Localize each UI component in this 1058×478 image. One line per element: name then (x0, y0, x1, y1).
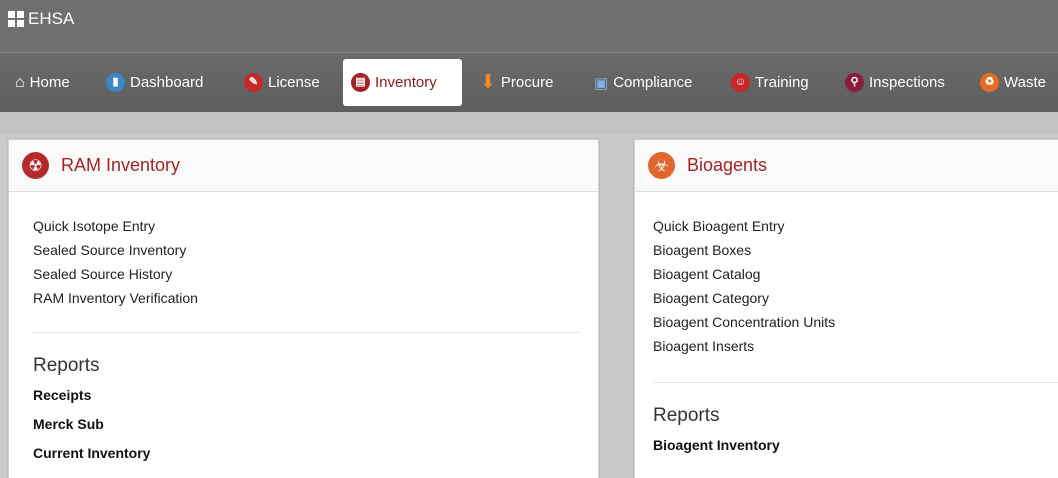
nav-item-inspections[interactable]: ⚲ Inspections (845, 59, 945, 106)
ram-panel-title: RAM Inventory (61, 155, 181, 175)
link-sealed-source-history[interactable]: Sealed Source History (33, 262, 598, 286)
link-ram-inventory-verification[interactable]: RAM Inventory Verification (33, 286, 598, 310)
nav-item-waste[interactable]: ♻ Waste (980, 59, 1046, 106)
nav-item-label: License (268, 74, 320, 91)
ram-reports-heading: Reports (33, 355, 100, 376)
app-title: EHSA (28, 9, 75, 28)
search-icon: ⚲ (845, 73, 864, 92)
app-brand[interactable]: EHSA (8, 9, 74, 29)
nav-item-training[interactable]: ☺ Training (731, 59, 809, 106)
report-merck-sub[interactable]: Merck Sub (33, 410, 598, 439)
link-quick-bioagent-entry[interactable]: Quick Bioagent Entry (653, 214, 1058, 238)
nav-item-label: Waste (1004, 74, 1046, 91)
nav-item-label: Compliance (613, 74, 693, 91)
bio-panel-title: Bioagents (687, 155, 768, 175)
divider (33, 332, 580, 333)
inventory-icon: ▤ (351, 73, 370, 92)
radiation-icon: ☢ (22, 152, 49, 179)
link-bioagent-boxes[interactable]: Bioagent Boxes (653, 238, 1058, 262)
report-current-inventory[interactable]: Current Inventory (33, 439, 598, 468)
dashboard-icon: ▮ (106, 73, 125, 92)
nav-item-license[interactable]: ✎ License (244, 59, 320, 106)
bio-report-links: Bioagent Inventory (635, 431, 1058, 460)
link-bioagent-concentration-units[interactable]: Bioagent Concentration Units (653, 310, 1058, 334)
nav-item-home[interactable]: ⌂ Home (15, 59, 70, 106)
link-sealed-source-inventory[interactable]: Sealed Source Inventory (33, 238, 598, 262)
report-receipts[interactable]: Receipts (33, 381, 598, 410)
nav-item-procure[interactable]: ⬇ Procure (480, 59, 553, 106)
nav-item-label: Procure (500, 74, 554, 91)
bioagents-panel: ☣ Bioagents Quick Bioagent Entry Bioagen… (634, 139, 1058, 478)
page: EHSA ⌂ Home ▮ Dashboard ✎ License ▤ Inve… (0, 0, 1058, 478)
nav-item-inventory[interactable]: ▤ Inventory (343, 59, 462, 106)
arrow-down-icon: ⬇ (480, 72, 496, 93)
trash-icon: ♻ (980, 73, 999, 92)
nav-item-label: Inspections (869, 74, 945, 91)
link-bioagent-catalog[interactable]: Bioagent Catalog (653, 262, 1058, 286)
nav-item-label: Training (755, 74, 809, 91)
bio-reports-heading: Reports (653, 405, 720, 426)
nav-item-label: Dashboard (130, 74, 204, 91)
header-band (0, 112, 1058, 134)
wrench-icon: ✎ (244, 73, 263, 92)
link-bioagent-inserts[interactable]: Bioagent Inserts (653, 334, 1058, 358)
clipboard-icon: ▣ (594, 74, 609, 92)
report-bioagent-inventory[interactable]: Bioagent Inventory (653, 431, 1058, 460)
link-bioagent-category[interactable]: Bioagent Category (653, 286, 1058, 310)
link-quick-isotope-entry[interactable]: Quick Isotope Entry (33, 214, 598, 238)
title-bar: EHSA (0, 0, 1058, 52)
ram-report-links: Receipts Merck Sub Current Inventory (9, 381, 598, 468)
app-grid-icon (8, 11, 24, 27)
bio-links: Quick Bioagent Entry Bioagent Boxes Bioa… (635, 192, 1058, 358)
nav-item-dashboard[interactable]: ▮ Dashboard (106, 59, 203, 106)
nav-item-label: Home (29, 74, 70, 91)
bio-panel-header: ☣ Bioagents (635, 140, 1058, 192)
training-icon: ☺ (731, 73, 750, 92)
divider (653, 382, 1058, 383)
ram-panel-header: ☢ RAM Inventory (9, 140, 598, 192)
main-nav: ⌂ Home ▮ Dashboard ✎ License ▤ Inventory… (0, 52, 1058, 112)
ram-inventory-panel: ☢ RAM Inventory Quick Isotope Entry Seal… (8, 139, 599, 478)
home-icon: ⌂ (15, 73, 25, 91)
ram-links: Quick Isotope Entry Sealed Source Invent… (9, 192, 598, 310)
biohazard-icon: ☣ (648, 152, 675, 179)
nav-item-label: Inventory (375, 74, 437, 91)
nav-item-compliance[interactable]: ▣ Compliance (594, 59, 692, 106)
